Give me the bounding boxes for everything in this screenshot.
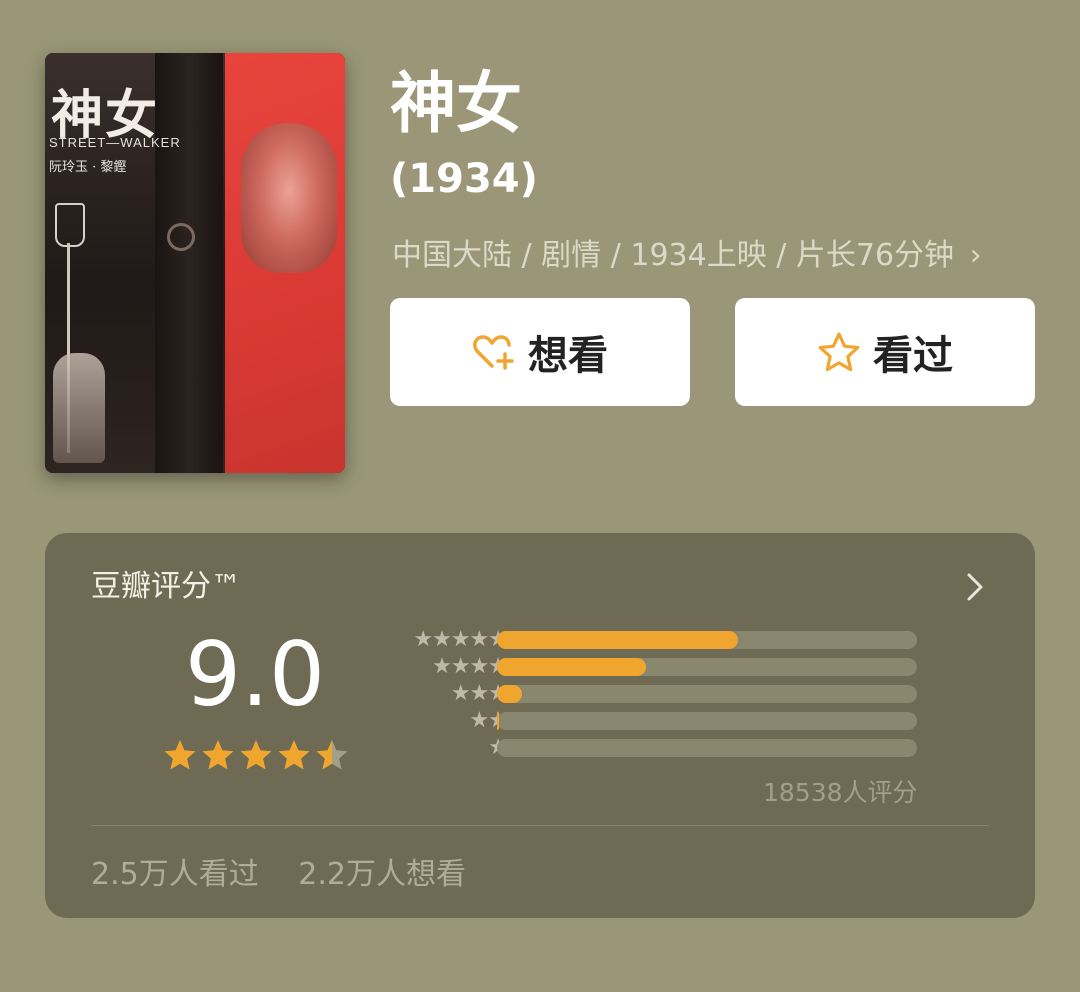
watched-button[interactable]: 看过 xyxy=(735,298,1035,406)
distribution-track xyxy=(497,685,917,703)
distribution-track xyxy=(497,712,917,730)
divider xyxy=(91,825,989,826)
movie-year: (1934) xyxy=(390,156,538,202)
distribution-fill xyxy=(497,712,499,730)
distribution-row: ★★★★ xyxy=(377,654,937,679)
want-to-watch-button[interactable]: 想看 xyxy=(390,298,690,406)
want-to-watch-label: 想看 xyxy=(528,333,608,379)
star-icon xyxy=(164,740,196,770)
distribution-row: ★★★★★ xyxy=(377,627,937,652)
star-icon xyxy=(202,740,234,770)
poster-names: 阮玲玉 · 黎鏗 xyxy=(49,160,127,175)
distribution-track xyxy=(497,631,917,649)
star-outline-icon xyxy=(818,332,860,372)
distribution-stars: ★★★★ xyxy=(432,654,508,679)
rating-score: 9.0 xyxy=(185,623,325,726)
rating-count: 18538人评分 xyxy=(763,778,918,807)
distribution-row: ★★★ xyxy=(377,681,937,706)
movie-title: 神女 xyxy=(390,65,522,142)
want-count: 2.2万人想看 xyxy=(298,857,466,892)
chevron-right-icon[interactable] xyxy=(963,569,989,605)
distribution-stars: ★★★★★ xyxy=(413,627,508,652)
watched-label: 看过 xyxy=(873,333,953,379)
distribution-row: ★ xyxy=(377,735,937,760)
distribution-row: ★★ xyxy=(377,708,937,733)
heart-plus-icon xyxy=(473,335,514,370)
poster-lamp xyxy=(55,203,85,247)
seen-count: 2.5万人看过 xyxy=(91,857,259,892)
distribution-fill xyxy=(497,658,646,676)
movie-poster[interactable]: 神女 STREET—WALKER 阮玲玉 · 黎鏗 xyxy=(45,53,345,473)
distribution-track xyxy=(497,658,917,676)
poster-door-knocker xyxy=(167,223,195,251)
poster-actress-face xyxy=(241,123,337,273)
distribution-fill xyxy=(497,631,738,649)
chevron-right-icon: › xyxy=(969,238,982,273)
watch-stats: 2.5万人看过 2.2万人想看 xyxy=(91,855,466,895)
poster-door xyxy=(155,53,223,473)
rating-label: 豆瓣评分™ xyxy=(91,569,241,604)
star-icon xyxy=(278,740,310,770)
poster-figure xyxy=(53,353,105,463)
distribution-fill xyxy=(497,685,522,703)
star-icon xyxy=(316,740,348,770)
rating-card[interactable]: 豆瓣评分™ 9.0 ★★★★★★★★★★★★★★★ 18538人评分 2.5万人… xyxy=(45,533,1035,918)
poster-subtitle: STREET—WALKER xyxy=(49,135,181,150)
movie-meta-text: 中国大陆 / 剧情 / 1934上映 / 片长76分钟 xyxy=(392,238,955,273)
movie-meta[interactable]: 中国大陆 / 剧情 / 1934上映 / 片长76分钟 › xyxy=(392,236,982,276)
distribution-track xyxy=(497,739,917,757)
star-icon xyxy=(240,740,272,770)
rating-stars xyxy=(163,739,349,771)
